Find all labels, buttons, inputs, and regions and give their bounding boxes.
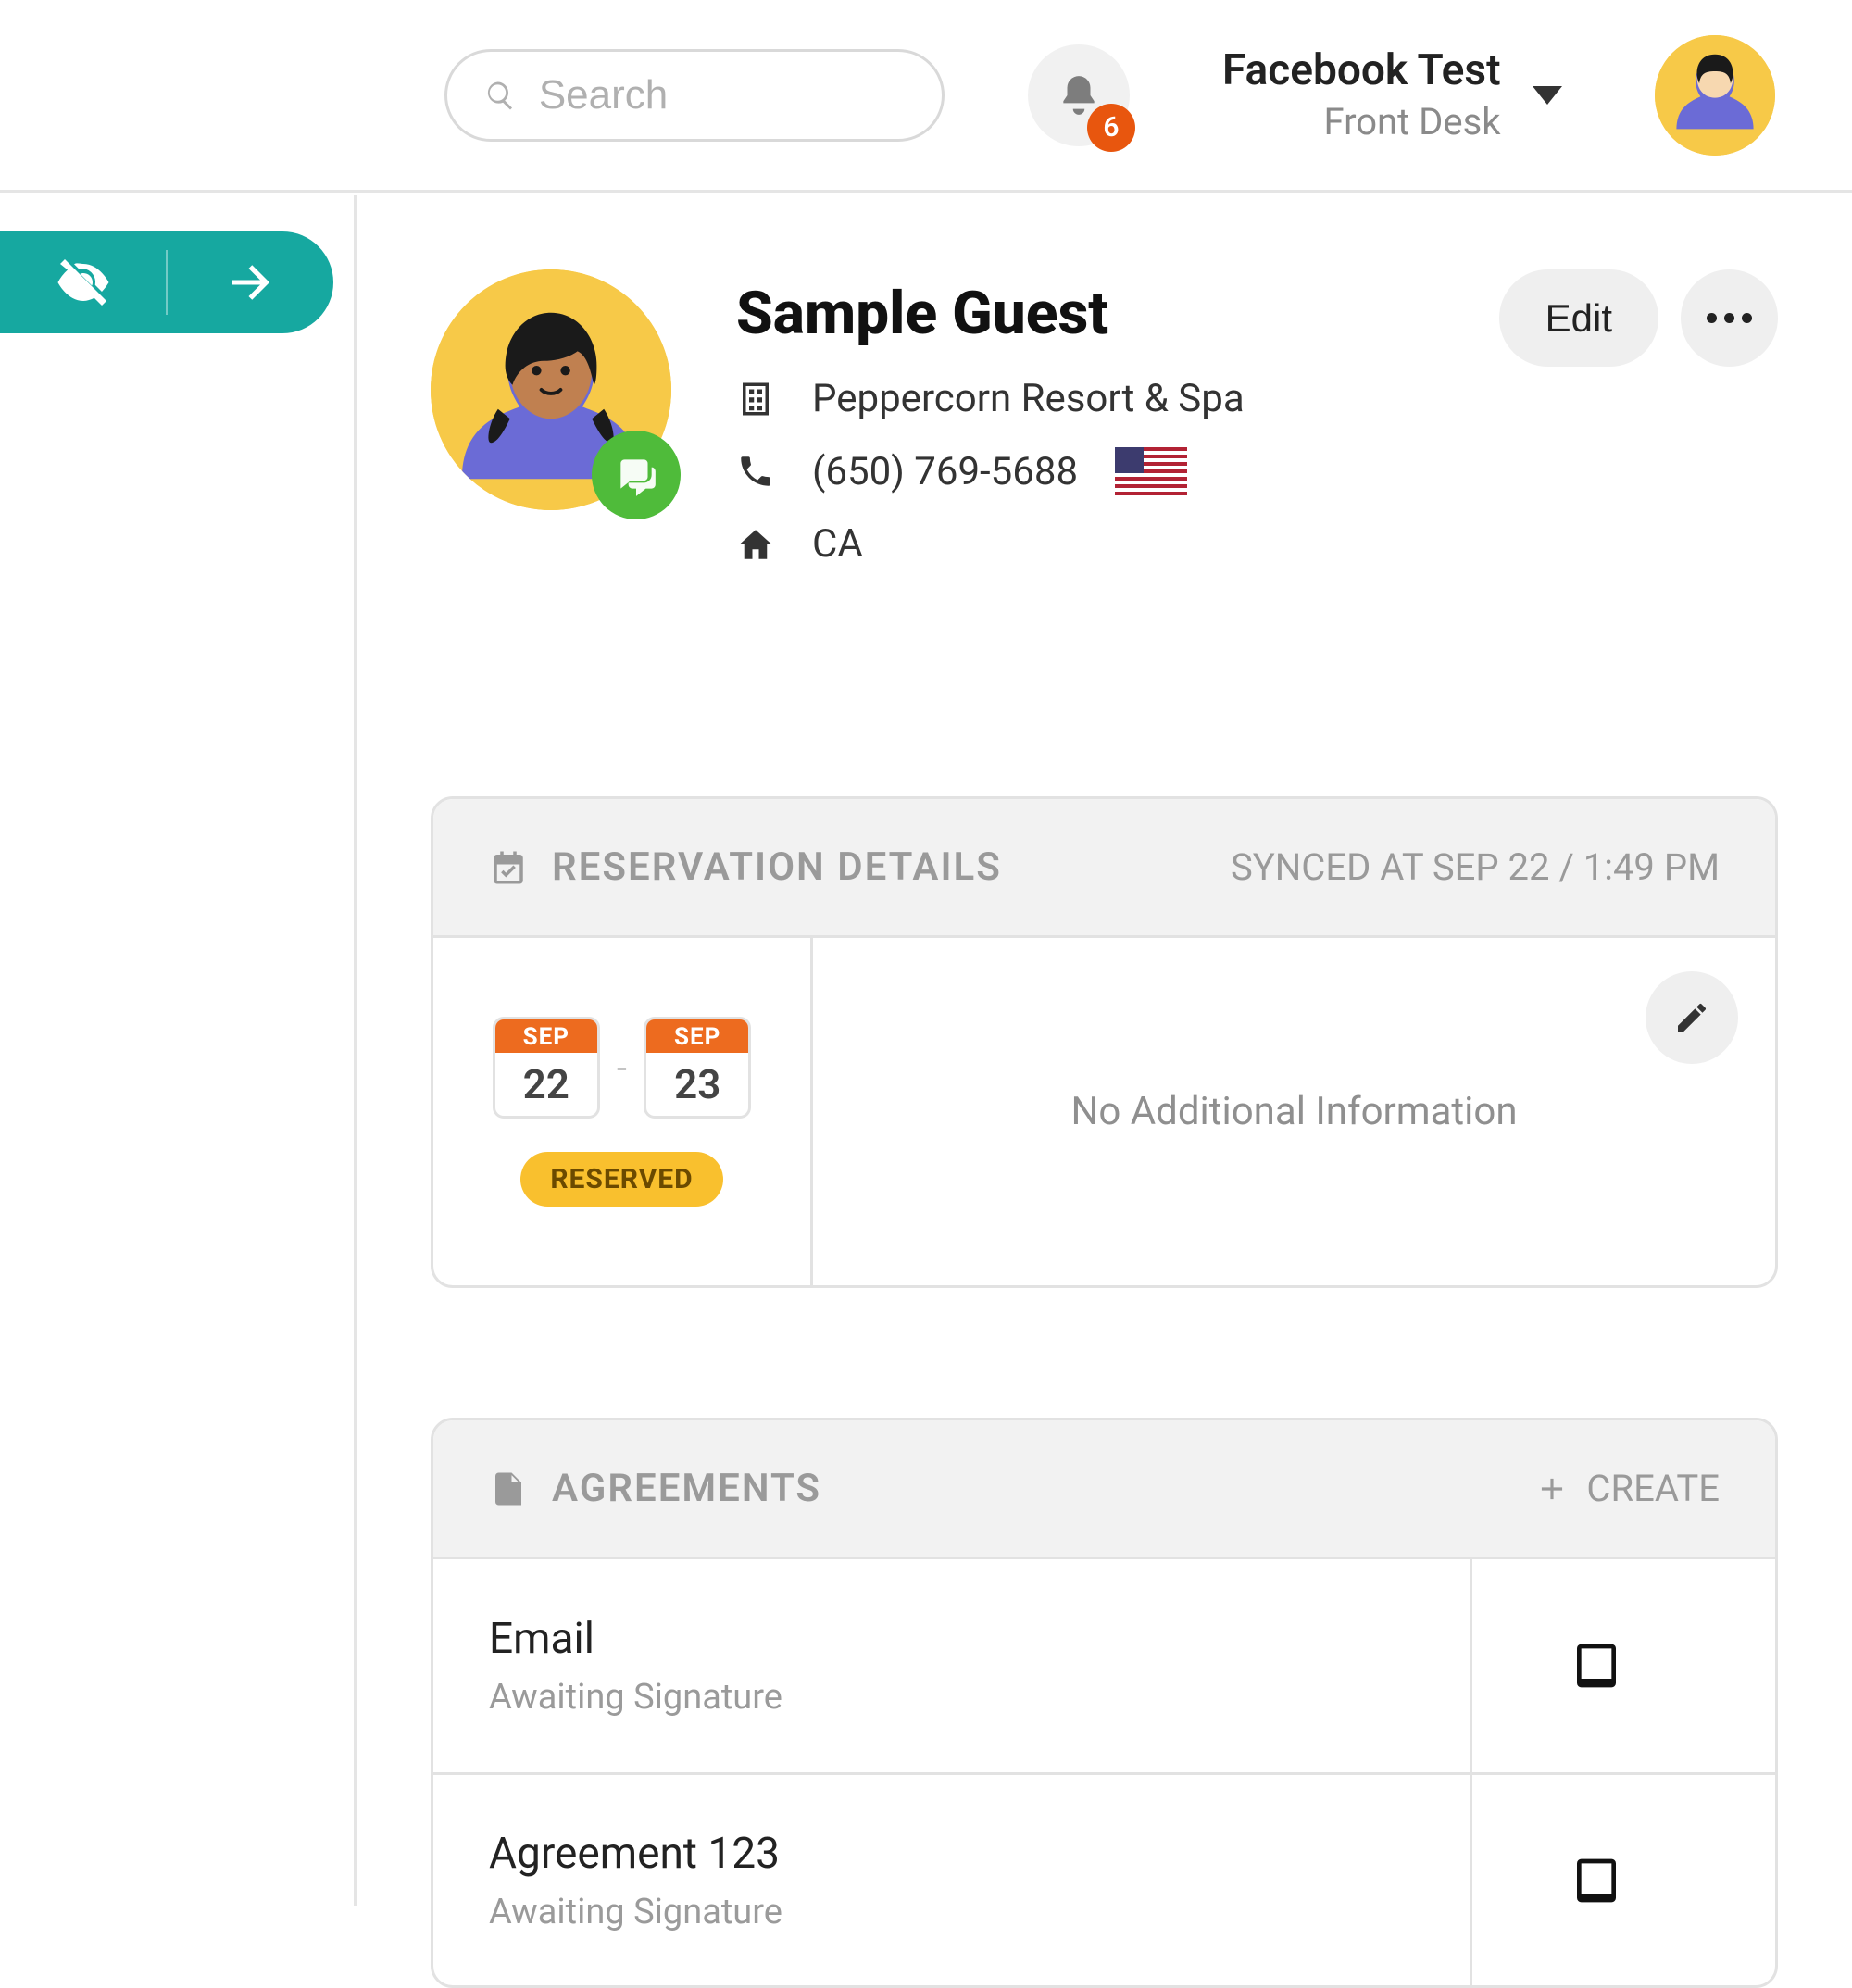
tablet-icon: [1570, 1640, 1622, 1692]
reservation-dates: SEP 22 - SEP 23 RESERVED: [433, 938, 813, 1285]
more-button[interactable]: [1681, 269, 1778, 367]
company-text: Peppercorn Resort & Spa: [812, 376, 1245, 421]
eye-off-icon: [56, 255, 111, 310]
create-agreement-button[interactable]: CREATE: [1534, 1467, 1720, 1510]
end-date: SEP 23: [644, 1017, 751, 1119]
search-input[interactable]: [539, 72, 905, 119]
us-flag-icon: [1115, 447, 1187, 495]
more-icon: [1707, 313, 1752, 323]
end-month: SEP: [646, 1019, 748, 1053]
guest-name: Sample Guest: [736, 279, 1434, 348]
chat-icon: [613, 452, 659, 498]
user-avatar[interactable]: [1655, 35, 1775, 156]
account-title: Facebook Test: [1222, 47, 1501, 94]
agreements-card-title: AGREEMENTS: [552, 1466, 821, 1511]
agreement-title: Email: [489, 1614, 1470, 1664]
create-label: CREATE: [1586, 1467, 1720, 1510]
agreements-card-header: AGREEMENTS CREATE: [433, 1420, 1775, 1559]
location-line: CA: [736, 521, 1434, 567]
edit-button[interactable]: Edit: [1499, 269, 1658, 367]
agreement-subtitle: Awaiting Signature: [489, 1677, 1470, 1718]
reservation-card-title: RESERVATION DETAILS: [552, 844, 1002, 890]
notifications-count: 6: [1087, 104, 1135, 152]
phone-line: (650) 769-5688: [736, 447, 1434, 495]
profile-header: Sample Guest Peppercorn Resort & Spa (65…: [431, 269, 1778, 593]
guest-avatar: [431, 269, 671, 510]
reservation-card-header: RESERVATION DETAILS SYNCED AT SEP 22 / 1…: [433, 799, 1775, 938]
forward-button[interactable]: [168, 231, 333, 333]
arrow-right-icon: [223, 255, 279, 310]
reservation-card: RESERVATION DETAILS SYNCED AT SEP 22 / 1…: [431, 796, 1778, 1288]
location-text: CA: [812, 521, 863, 567]
account-subtitle: Front Desk: [1222, 102, 1501, 143]
topbar: 6 Facebook Test Front Desk: [0, 0, 1852, 193]
phone-icon: [736, 452, 775, 491]
agreement-row[interactable]: Agreement 123 Awaiting Signature: [433, 1772, 1775, 1985]
profile-actions: Edit: [1499, 269, 1778, 367]
chat-button[interactable]: [592, 431, 681, 519]
date-separator: -: [617, 1046, 627, 1090]
agreement-title: Agreement 123: [489, 1829, 1470, 1879]
company-line: Peppercorn Resort & Spa: [736, 376, 1434, 421]
document-icon: [489, 1469, 528, 1508]
calendar-check-icon: [489, 848, 528, 887]
reservation-extra: No Additional Information: [813, 938, 1775, 1285]
start-date: SEP 22: [493, 1017, 600, 1119]
agreement-device-button[interactable]: [1470, 1775, 1720, 1985]
edit-reservation-button[interactable]: [1646, 971, 1738, 1064]
search-box[interactable]: [444, 49, 945, 142]
chevron-down-icon: [1533, 86, 1562, 105]
pencil-icon: [1673, 999, 1710, 1036]
search-icon: [484, 77, 517, 114]
reservation-status: RESERVED: [520, 1152, 722, 1207]
phone-text: (650) 769-5688: [812, 449, 1078, 494]
side-toggle: [0, 231, 333, 333]
reservation-empty-text: No Additional Information: [1070, 1089, 1517, 1134]
agreement-subtitle: Awaiting Signature: [489, 1892, 1470, 1932]
main-content: Sample Guest Peppercorn Resort & Spa (65…: [354, 195, 1852, 1906]
building-icon: [736, 380, 775, 419]
agreement-row[interactable]: Email Awaiting Signature: [433, 1559, 1775, 1772]
agreement-device-button[interactable]: [1470, 1559, 1720, 1772]
tablet-icon: [1570, 1855, 1622, 1907]
avatar-illustration: [1655, 35, 1775, 156]
start-day: 22: [495, 1053, 597, 1116]
plus-icon: [1534, 1471, 1570, 1507]
agreements-card: AGREEMENTS CREATE Email Awaiting Signatu…: [431, 1418, 1778, 1988]
synced-text: SYNCED AT SEP 22 / 1:49 PM: [1231, 845, 1720, 889]
end-day: 23: [646, 1053, 748, 1116]
account-switcher[interactable]: Facebook Test Front Desk: [1222, 47, 1562, 143]
start-month: SEP: [495, 1019, 597, 1053]
home-icon: [736, 525, 775, 564]
notifications-button[interactable]: 6: [1028, 44, 1130, 146]
profile-info: Sample Guest Peppercorn Resort & Spa (65…: [736, 269, 1434, 593]
hide-button[interactable]: [0, 231, 166, 333]
